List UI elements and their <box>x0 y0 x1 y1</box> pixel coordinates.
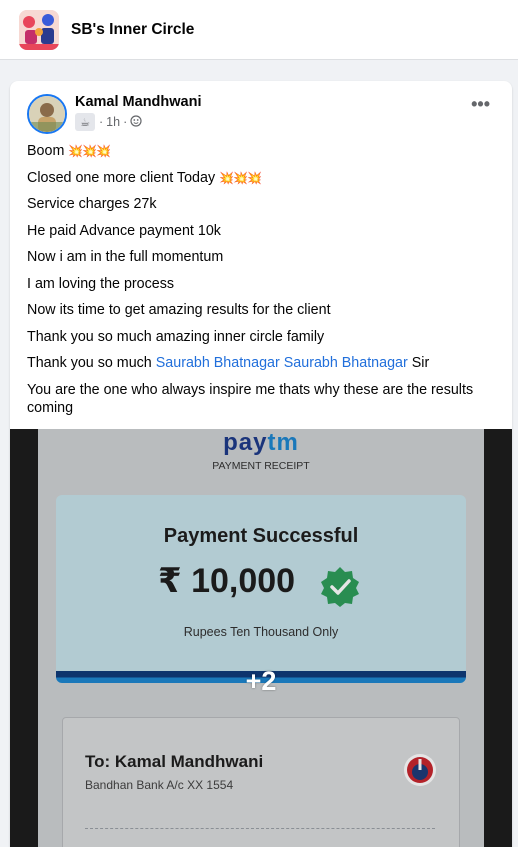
group-header: SB's Inner Circle <box>0 0 518 60</box>
mention-link[interactable]: Saurabh Bhatnagar <box>284 355 408 371</box>
group-avatar[interactable] <box>19 9 59 50</box>
post-line: He paid Advance payment 10k <box>27 222 221 239</box>
post-line: You are the one who always inspire me th… <box>27 381 474 416</box>
coffee-icon: ☕ <box>75 113 95 131</box>
post-line: Now its time to get amazing results for … <box>27 302 331 318</box>
meta-separator-2: · <box>123 115 128 129</box>
explosion-icon: 💥💥💥 <box>219 170 262 185</box>
post-line: Thank you so much amazing inner circle f… <box>27 328 325 345</box>
post-text: Boom 💥💥💥 Closed one more client Today 💥💥… <box>27 142 497 425</box>
more-options-button[interactable]: ••• <box>471 95 490 113</box>
more-photos-count[interactable]: +2 <box>10 666 512 697</box>
media-overlay <box>10 429 512 847</box>
post-line: Now i am in the full momentum <box>27 249 224 265</box>
meta-separator: · <box>99 115 104 129</box>
explosion-icon: 💥💥💥 <box>68 144 111 158</box>
globe-icon <box>130 114 142 130</box>
mention-link[interactable]: Saurabh Bhatnagar <box>156 355 280 371</box>
post-card: Kamal Mandhwani ☕ · 1h · ••• Boom 💥💥💥 Cl… <box>10 81 512 847</box>
post-line: Boom 💥💥💥 <box>27 143 111 159</box>
group-name[interactable]: SB's Inner Circle <box>71 21 194 39</box>
post-line: I am loving the process <box>27 275 175 292</box>
post-header: Kamal Mandhwani ☕ · 1h · ••• <box>10 81 512 137</box>
author-avatar[interactable] <box>27 94 67 134</box>
author-name[interactable]: Kamal Mandhwani <box>75 94 202 110</box>
post-line: Closed one more client Today 💥💥💥 <box>27 169 262 186</box>
post-meta: ☕ · 1h · <box>75 113 142 131</box>
post-media[interactable]: paytm PAYMENT RECEIPT Payment Successful… <box>10 429 512 847</box>
post-line: Service charges 27k <box>27 196 157 212</box>
post-line: Thank you so much Saurabh Bhatnagar Saur… <box>27 355 430 371</box>
post-time[interactable]: 1h <box>106 115 120 129</box>
